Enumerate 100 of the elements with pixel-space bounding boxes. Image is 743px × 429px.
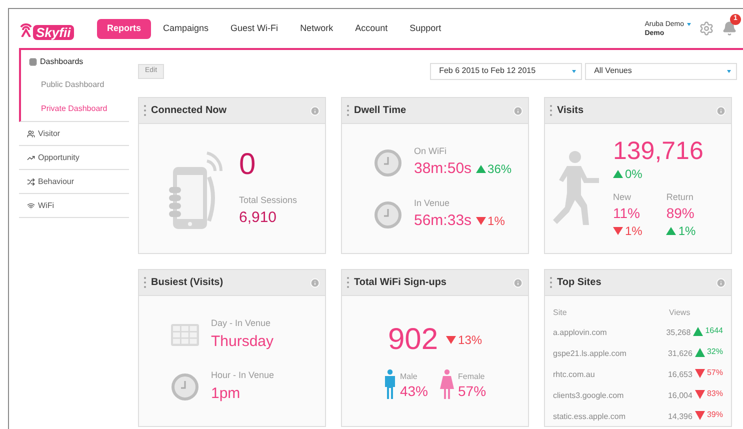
visits-total: 139,716 bbox=[613, 136, 704, 165]
change-percent: 36% bbox=[488, 161, 512, 178]
sidebar-label: Dashboards bbox=[40, 56, 84, 68]
caret-icon bbox=[572, 70, 576, 72]
dwell-label: In Venue bbox=[414, 196, 451, 210]
change-percent: 83% bbox=[706, 388, 723, 400]
sessions-value: 6,910 bbox=[238, 208, 278, 228]
busiest-label: Hour - In Venue bbox=[211, 369, 274, 382]
site-cell-text: clients3.google.com bbox=[553, 390, 625, 402]
gender-percent: 43% bbox=[400, 383, 428, 399]
info-icon[interactable] bbox=[310, 278, 320, 288]
views-cell: 16,004 bbox=[668, 390, 692, 402]
card-title: Connected Now bbox=[151, 104, 228, 118]
dwell-label: On WiFi bbox=[414, 144, 448, 158]
sidebar-icon bbox=[27, 178, 35, 186]
busiest-label: Day - In Venue bbox=[211, 317, 272, 330]
caret-icon[interactable] bbox=[687, 22, 691, 26]
change-percent: 1% bbox=[625, 223, 642, 240]
gender-label: Male bbox=[400, 371, 418, 383]
info-icon[interactable] bbox=[513, 278, 523, 288]
venue-dropdown[interactable]: All Venues bbox=[585, 62, 738, 80]
segment-label: New bbox=[613, 190, 632, 204]
female-figure-icon bbox=[440, 369, 454, 399]
segment-label: Return bbox=[666, 190, 694, 204]
change-percent: 57% bbox=[706, 367, 723, 380]
change-percent: 1644 bbox=[705, 325, 723, 338]
column-header: Views bbox=[669, 307, 690, 319]
column-header: Site bbox=[553, 307, 568, 319]
logo-text: Skyfii bbox=[33, 25, 74, 40]
gender-percent: 57% bbox=[458, 383, 486, 399]
nav-tab[interactable]: Network bbox=[290, 18, 344, 38]
sidebar-item[interactable]: Opportunity bbox=[19, 146, 129, 169]
dwell-value: 56m:33s bbox=[414, 211, 472, 231]
nav-tab[interactable]: Campaigns bbox=[153, 18, 219, 38]
sidebar-item[interactable]: Dashboards bbox=[21, 50, 129, 73]
segment-value: 11% bbox=[613, 204, 641, 222]
sidebar-label: Opportunity bbox=[38, 152, 80, 164]
nav-tab[interactable]: Guest Wi-Fi bbox=[220, 18, 288, 38]
change-percent: 1% bbox=[488, 213, 505, 230]
sidebar-label: WiFi bbox=[38, 200, 54, 212]
views-cell: 16,653 bbox=[668, 368, 692, 380]
clock-icon bbox=[171, 373, 199, 401]
notification-bell-icon[interactable] bbox=[722, 21, 737, 36]
views-cell: 14,396 bbox=[668, 410, 692, 422]
change-percent: 13% bbox=[458, 332, 482, 349]
views-cell: 35,268 bbox=[666, 326, 690, 338]
site-cell-text: gspe21.ls.apple.com bbox=[553, 348, 628, 360]
sidebar-item[interactable]: Behaviour bbox=[19, 170, 129, 193]
drag-handle-icon[interactable] bbox=[144, 105, 146, 116]
dwell-value: 38m:50s bbox=[414, 159, 472, 179]
change-percent: 32% bbox=[706, 346, 723, 358]
change-percent: 1% bbox=[678, 223, 696, 240]
card-title: Dwell Time bbox=[354, 104, 408, 118]
busiest-value: 1pm bbox=[211, 384, 242, 404]
sidebar-subitem[interactable]: Public Dashboard bbox=[21, 73, 129, 97]
signups-total: 902 bbox=[388, 323, 438, 357]
sidebar-subitem[interactable]: Private Dashboard bbox=[21, 97, 129, 121]
gender-label: Female bbox=[458, 371, 486, 383]
site-cell-text: a.applovin.com bbox=[553, 326, 608, 338]
drag-handle-icon[interactable] bbox=[347, 277, 349, 288]
sessions-label: Total Sessions bbox=[238, 194, 298, 206]
drag-handle-icon[interactable] bbox=[144, 277, 146, 288]
sidebar-icon bbox=[27, 130, 35, 138]
sidebar-icon bbox=[29, 58, 37, 66]
site-cell-text: rhtc.com.au bbox=[553, 368, 596, 380]
male-figure-icon bbox=[384, 369, 396, 399]
sidebar-label: Behaviour bbox=[38, 176, 74, 188]
drag-handle-icon[interactable] bbox=[550, 105, 552, 116]
clock-icon bbox=[374, 200, 402, 228]
nav-tab[interactable]: Support bbox=[400, 18, 452, 38]
busiest-value: Thursday bbox=[211, 332, 274, 352]
drag-handle-icon[interactable] bbox=[347, 105, 349, 116]
sidebar-item[interactable]: WiFi bbox=[19, 194, 129, 217]
nav-tab[interactable]: Account bbox=[345, 18, 398, 38]
info-icon[interactable] bbox=[716, 278, 726, 288]
card-title: Top Sites bbox=[557, 276, 602, 290]
calendar-icon bbox=[171, 324, 199, 346]
date-range-dropdown[interactable]: Feb 6 2015 to Feb 12 2015 bbox=[430, 62, 582, 80]
change-percent: 39% bbox=[706, 409, 723, 422]
sidebar-icon bbox=[27, 202, 35, 210]
card-title: Total WiFi Sign-ups bbox=[354, 276, 448, 290]
segment-value: 89% bbox=[666, 204, 696, 222]
site-cell-text: static.ess.apple.com bbox=[553, 410, 626, 422]
change-percent: 0% bbox=[625, 166, 642, 183]
sidebar-icon bbox=[27, 154, 35, 162]
clock-icon bbox=[374, 148, 402, 176]
drag-handle-icon[interactable] bbox=[550, 277, 552, 288]
logo-icon bbox=[19, 20, 33, 36]
caret-icon bbox=[727, 70, 732, 72]
views-cell: 31,626 bbox=[668, 348, 692, 360]
connected-count: 0 bbox=[238, 148, 257, 182]
info-icon[interactable] bbox=[513, 106, 523, 116]
sidebar-label: Visitor bbox=[38, 128, 60, 140]
card-title: Visits bbox=[557, 104, 584, 118]
nav-tab[interactable]: Reports bbox=[97, 18, 152, 38]
card-title: Busiest (Visits) bbox=[151, 276, 224, 290]
settings-icon[interactable] bbox=[699, 21, 714, 36]
sidebar-item[interactable]: Visitor bbox=[19, 122, 129, 145]
info-icon[interactable] bbox=[310, 106, 320, 116]
info-icon[interactable] bbox=[716, 106, 726, 116]
